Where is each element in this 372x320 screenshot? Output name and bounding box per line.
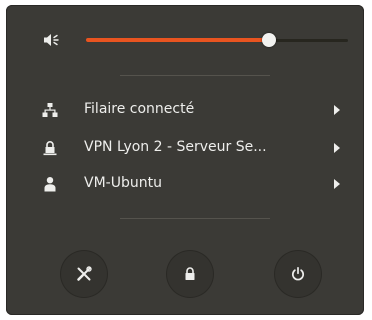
lock-icon <box>185 267 195 280</box>
menu-item-label: VM-Ubuntu <box>84 175 162 191</box>
lock-button[interactable] <box>167 251 213 297</box>
volume-slider-handle[interactable] <box>262 33 277 47</box>
power-icon <box>292 266 304 281</box>
menu-item-label: VPN Lyon 2 - Serveur Se... <box>84 139 267 155</box>
system-menu: Filaire connecté VPN Lyon 2 - Serveur Se… <box>6 5 364 315</box>
chevron-right-icon <box>334 105 340 115</box>
volume-row <box>6 27 364 53</box>
vpn-lock-icon <box>43 141 57 156</box>
audio-volume-icon[interactable] <box>43 32 61 48</box>
network-wired-icon <box>42 103 58 117</box>
menu-item-wired-network[interactable]: Filaire connecté <box>6 94 364 126</box>
separator <box>120 218 270 219</box>
menu-item-user[interactable]: VM-Ubuntu <box>6 168 364 200</box>
menu-item-vpn[interactable]: VPN Lyon 2 - Serveur Se... <box>6 132 364 164</box>
chevron-right-icon <box>334 143 340 153</box>
volume-slider-fill <box>86 38 270 42</box>
settings-tools-icon <box>77 266 92 281</box>
separator <box>120 75 270 76</box>
menu-item-label: Filaire connecté <box>84 101 195 117</box>
chevron-right-icon <box>334 179 340 189</box>
settings-button[interactable] <box>61 251 107 297</box>
power-button[interactable] <box>275 251 321 297</box>
user-icon <box>44 177 56 192</box>
volume-slider[interactable] <box>86 27 348 53</box>
